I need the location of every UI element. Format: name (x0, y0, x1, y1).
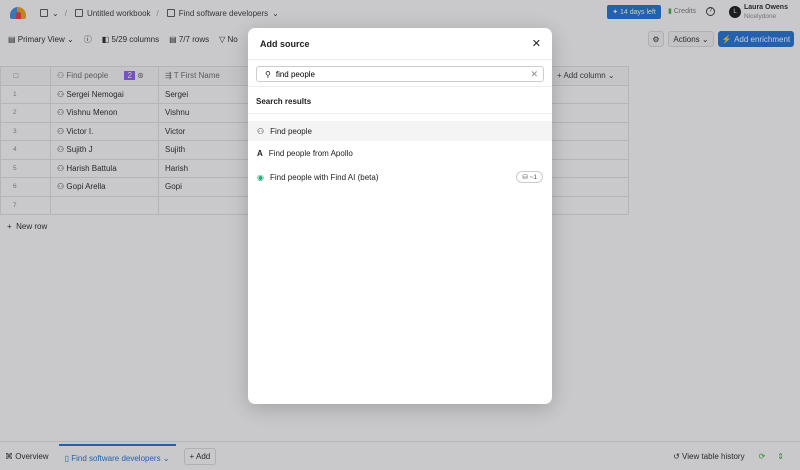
result-label: Find people (270, 126, 312, 136)
person-icon: ⚇ (257, 126, 265, 136)
clear-icon[interactable]: ✕ (530, 69, 538, 80)
dialog-title: Add source (260, 39, 310, 49)
find-ai-icon: ◉ (257, 172, 264, 182)
divider (248, 113, 552, 114)
results-heading: Search results (256, 97, 312, 106)
credit-cost: ~1 (529, 174, 537, 181)
close-icon[interactable]: ✕ (532, 37, 541, 50)
search-field: ⚲ ✕ (256, 66, 544, 82)
result-find-people-find-ai[interactable]: ◉ Find people with Find AI (beta) ⛁ ~1 (248, 167, 552, 187)
result-label: Find people from Apollo (268, 148, 353, 158)
result-label: Find people with Find AI (beta) (269, 172, 379, 182)
add-source-dialog: Add source ✕ ⚲ ✕ Search results ⚇ Find pe… (248, 28, 552, 404)
apollo-icon: A (257, 148, 263, 158)
divider (248, 59, 552, 60)
search-icon: ⚲ (265, 69, 271, 79)
search-input[interactable] (275, 69, 526, 79)
result-find-people-apollo[interactable]: A Find people from Apollo (248, 143, 552, 163)
result-find-people[interactable]: ⚇ Find people (248, 121, 552, 141)
divider (248, 86, 552, 87)
credit-cost-badge: ⛁ ~1 (516, 171, 543, 183)
